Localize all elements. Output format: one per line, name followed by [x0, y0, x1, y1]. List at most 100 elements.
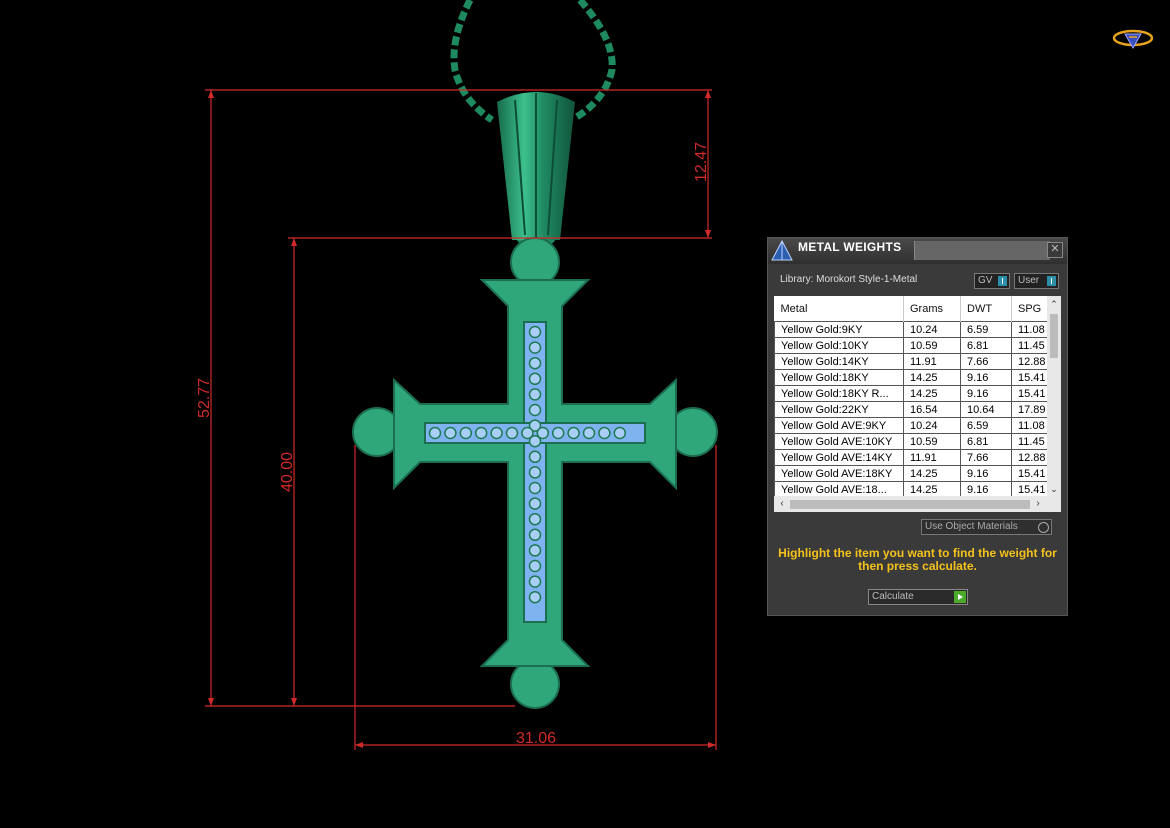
vertical-scrollbar[interactable]: ⌃ ⌄ [1047, 296, 1061, 496]
panel-title-bar[interactable]: METAL WEIGHTS ✕ [768, 238, 1067, 264]
table-cell: 14.25 [903, 385, 961, 402]
scroll-right-icon[interactable]: › [1032, 498, 1044, 510]
table-cell: 9.16 [960, 369, 1012, 386]
gem-stone [528, 325, 542, 339]
user-toggle[interactable]: User [1014, 273, 1059, 289]
dim-width: 31.06 [516, 730, 556, 747]
table-cell: 10.59 [903, 433, 961, 450]
table-row[interactable]: Yellow Gold AVE:18KY 14.25 9.16 15.41 [774, 465, 1061, 482]
table-cell: 10.64 [960, 401, 1012, 418]
table-row[interactable]: Yellow Gold AVE:10KY 10.59 6.81 11.45 [774, 433, 1061, 450]
gem-stone [428, 426, 442, 440]
table-cell: 6.81 [960, 433, 1012, 450]
gem-stone [528, 481, 542, 495]
table-row[interactable]: Yellow Gold:18KY 14.25 9.16 15.41 [774, 369, 1061, 386]
table-cell: 9.16 [960, 465, 1012, 482]
table-cell: 7.66 [960, 449, 1012, 466]
title-bar-fill [914, 241, 1050, 260]
gem-stone [474, 426, 488, 440]
gem-stone [459, 426, 473, 440]
gem-stone [444, 426, 457, 440]
table-row[interactable]: Yellow Gold:14KY 11.91 7.66 12.88 [774, 353, 1061, 370]
table-cell: 11.91 [903, 449, 961, 466]
dim-total-height: 52.77 [196, 378, 213, 418]
gem-stone [598, 426, 611, 440]
table-cell: 10.24 [903, 321, 961, 338]
table-cell: Yellow Gold:10KY [774, 337, 904, 354]
table-cell: 14.25 [903, 369, 961, 386]
user-toggle-label: User [1018, 275, 1040, 286]
table-header: Metal Grams DWT SPG [774, 296, 1061, 322]
gv-toggle-label: GV [978, 275, 993, 286]
table-cell: Yellow Gold AVE:10KY [774, 433, 904, 450]
gem-stone [521, 426, 534, 440]
gem-stone [528, 497, 542, 510]
gem-stone [528, 341, 542, 354]
gem-stone [528, 528, 542, 542]
table-row[interactable]: Yellow Gold:9KY 10.24 6.59 11.08 [774, 321, 1061, 338]
table-row[interactable]: Yellow Gold:22KY 16.54 10.64 17.89 [774, 401, 1061, 418]
scroll-thumb[interactable] [1050, 314, 1058, 358]
column-header[interactable]: DWT [960, 296, 1012, 322]
table-cell: 6.59 [960, 321, 1012, 338]
brand-logo-icon [1112, 29, 1154, 50]
gem-stone [528, 559, 542, 573]
gem-stone [536, 426, 550, 440]
table-row[interactable]: Yellow Gold:10KY 10.59 6.81 11.45 [774, 337, 1061, 354]
gem-stone [528, 356, 542, 370]
scroll-down-icon[interactable]: ⌄ [1049, 484, 1059, 494]
scroll-thumb[interactable] [790, 500, 1030, 509]
table-cell: Yellow Gold AVE:9KY [774, 417, 904, 434]
toggle-knob-icon [998, 276, 1007, 286]
close-button[interactable]: ✕ [1047, 242, 1063, 258]
use-object-materials-label: Use Object Materials [925, 521, 1018, 532]
dim-body-height: 40.00 [279, 452, 296, 492]
use-object-materials-toggle[interactable]: Use Object Materials [921, 519, 1052, 535]
table-cell: Yellow Gold:18KY R... [774, 385, 904, 402]
table-cell: Yellow Gold:9KY [774, 321, 904, 338]
table-row[interactable]: Yellow Gold AVE:14KY 11.91 7.66 12.88 [774, 449, 1061, 466]
panel-title: METAL WEIGHTS [798, 240, 902, 254]
gem-stone [528, 450, 542, 464]
table-cell: 9.16 [960, 385, 1012, 402]
gem-stone [528, 372, 542, 386]
table-row[interactable]: Yellow Gold AVE:9KY 10.24 6.59 11.08 [774, 417, 1061, 434]
scroll-left-icon[interactable]: ‹ [776, 498, 788, 510]
gem-stone [582, 426, 596, 440]
gem-stone [528, 590, 542, 604]
table-cell: Yellow Gold AVE:18KY [774, 465, 904, 482]
gem-stone [528, 466, 542, 479]
table-cell: 16.54 [903, 401, 961, 418]
gem-stone [567, 426, 580, 440]
library-label: Library: Morokort Style-1-Metal [780, 274, 918, 285]
scroll-up-icon[interactable]: ⌃ [1049, 299, 1059, 309]
calculate-button[interactable]: Calculate [868, 589, 968, 605]
play-icon [954, 591, 966, 603]
table-cell: Yellow Gold:18KY [774, 369, 904, 386]
radio-icon [1038, 522, 1049, 533]
calculate-label: Calculate [872, 591, 914, 602]
column-header[interactable]: Grams [903, 296, 961, 322]
metal-table: Metal Grams DWT SPG Yellow Gold:9KY 10.24 6.5… [774, 296, 1061, 512]
gem-stone [528, 403, 542, 417]
gem-stone [528, 388, 542, 401]
table-row[interactable]: Yellow Gold:18KY R... 14.25 9.16 15.41 [774, 385, 1061, 402]
column-header[interactable]: Metal [774, 296, 904, 322]
horizontal-scrollbar[interactable]: ‹ › [774, 496, 1061, 512]
table-cell: Yellow Gold:14KY [774, 353, 904, 370]
table-cell: Yellow Gold:22KY [774, 401, 904, 418]
table-cell: Yellow Gold AVE:14KY [774, 449, 904, 466]
metal-weights-panel: METAL WEIGHTS ✕ Library: Morokort Style-… [767, 237, 1068, 616]
gem-stone [613, 426, 627, 440]
close-icon: ✕ [1050, 243, 1060, 255]
table-cell: 7.66 [960, 353, 1012, 370]
table-cell: 14.25 [903, 465, 961, 482]
gem-stone [528, 575, 542, 588]
toggle-knob-icon [1047, 276, 1056, 286]
table-cell: 10.24 [903, 417, 961, 434]
gem-stone [528, 512, 542, 526]
app-pyramid-icon [771, 239, 793, 261]
gem-stone [490, 426, 503, 440]
table-cell: 10.59 [903, 337, 961, 354]
gv-toggle[interactable]: GV [974, 273, 1010, 289]
